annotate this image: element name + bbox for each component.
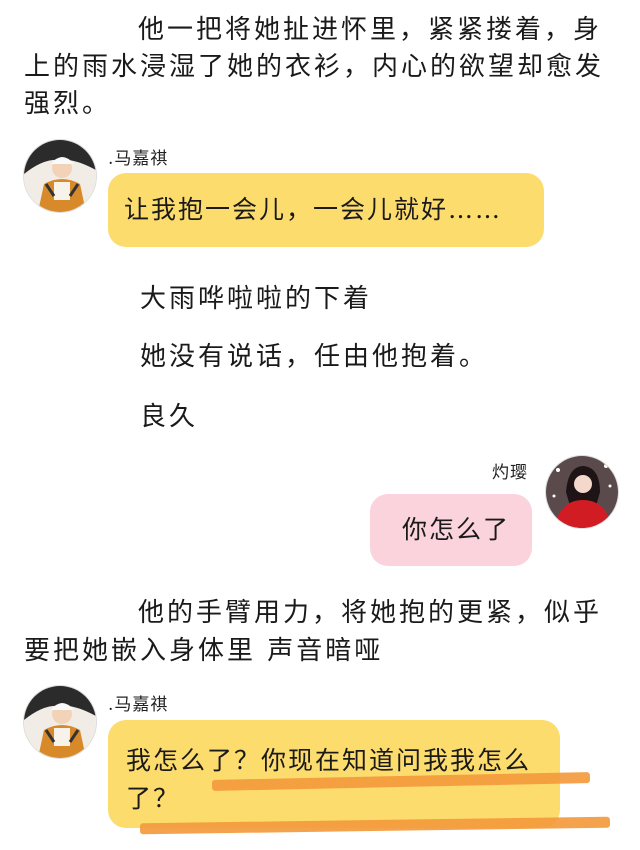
avatar-ma-jiaqi[interactable] — [24, 686, 96, 758]
narration-line: 良久 — [140, 402, 199, 432]
person-avatar-icon — [24, 140, 96, 212]
narration-line: 她没有说话，任由他抱着。 — [140, 342, 489, 372]
person-avatar-icon — [546, 456, 618, 528]
message-bubble[interactable]: 你怎么了 — [370, 494, 532, 566]
narration-paragraph: 他的手臂用力，将她抱的更紧，似乎要把她嵌入身体里 声音暗哑 — [24, 598, 603, 666]
message-text: 你怎么了 — [402, 515, 511, 544]
sender-name: .马嘉祺 — [108, 695, 169, 715]
avatar-ma-jiaqi[interactable] — [24, 140, 96, 212]
narration-paragraph: 他一把将她扯进怀里，紧紧搂着，身上的雨水浸湿了她的衣衫，内心的欲望却愈发强烈。 — [24, 15, 605, 119]
sender-name: 灼璎 — [492, 463, 528, 483]
sender-name: .马嘉祺 — [108, 149, 169, 169]
message-text: 让我抱一会儿，一会儿就好…… — [124, 195, 503, 224]
message-bubble[interactable]: 让我抱一会儿，一会儿就好…… — [108, 173, 544, 247]
person-avatar-icon — [24, 686, 96, 758]
avatar-zhuoying[interactable] — [546, 456, 618, 528]
narration-line: 大雨哗啦啦的下着 — [140, 284, 373, 314]
